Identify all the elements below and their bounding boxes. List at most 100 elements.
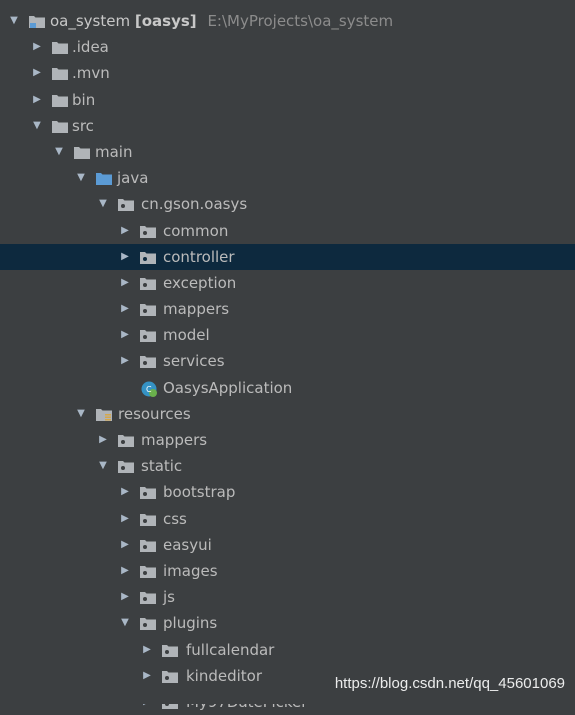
chevron-right-icon[interactable]: ▶ — [119, 270, 131, 296]
folder-icon — [52, 42, 68, 55]
tree-item[interactable]: ▼ static — [0, 453, 575, 479]
chevron-right-icon[interactable]: ▶ — [141, 637, 153, 663]
tree-item-label: resources — [118, 404, 191, 423]
chevron-down-icon[interactable]: ▼ — [8, 8, 20, 34]
tree-item-label: common — [163, 221, 229, 240]
chevron-right-icon[interactable]: ▶ — [119, 532, 131, 558]
package-icon — [140, 225, 156, 238]
tree-item-label: model — [163, 326, 210, 345]
tree-item-label: cn.gson.oasys — [141, 195, 248, 214]
tree-item-label: OasysApplication — [163, 378, 293, 397]
tree-root-row[interactable]: ▼ oa_system [oasys] E:\MyProjects\oa_sys… — [0, 8, 575, 34]
tree-item-label: js — [163, 588, 175, 607]
package-icon — [140, 277, 156, 290]
tree-item-label: .mvn — [72, 64, 110, 83]
chevron-right-icon[interactable]: ▶ — [31, 87, 43, 113]
chevron-down-icon[interactable]: ▼ — [75, 165, 87, 191]
tree-item[interactable]: ▼ src — [0, 113, 575, 139]
root-path: E:\MyProjects\oa_system — [207, 12, 394, 30]
tree-item[interactable]: ▶ .idea — [0, 34, 575, 60]
tree-item[interactable]: ▼ java — [0, 165, 575, 191]
chevron-down-icon[interactable]: ▼ — [97, 191, 109, 217]
package-icon — [140, 565, 156, 578]
package-icon — [140, 304, 156, 317]
package-icon — [140, 618, 156, 631]
tree-item[interactable]: ▶ common — [0, 218, 575, 244]
package-icon — [140, 592, 156, 605]
folder-icon — [74, 146, 90, 159]
package-icon — [140, 356, 156, 369]
chevron-right-icon[interactable]: ▶ — [31, 34, 43, 60]
tree-item[interactable]: ▶ bin — [0, 87, 575, 113]
spring-boot-class-icon: C — [141, 381, 157, 397]
tree-item[interactable]: ▶ images — [0, 558, 575, 584]
package-icon — [118, 461, 134, 474]
tree-item-label: images — [163, 561, 218, 580]
tree-item-label: .idea — [72, 38, 109, 57]
tree-item[interactable]: ▶ mappers — [0, 296, 575, 322]
package-icon — [162, 644, 178, 657]
chevron-right-icon[interactable]: ▶ — [119, 584, 131, 610]
tree-item-label: mappers — [163, 300, 230, 319]
tree-item-label: src — [72, 116, 94, 135]
package-icon — [162, 670, 178, 683]
chevron-down-icon[interactable]: ▼ — [53, 139, 65, 165]
tree-item-label: mappers — [141, 431, 208, 449]
folder-icon — [52, 120, 68, 133]
tree-item-label: java — [117, 169, 149, 188]
tree-item[interactable]: ▶ exception — [0, 270, 575, 296]
tree-item-label: plugins — [163, 614, 218, 633]
folder-icon — [52, 68, 68, 81]
folder-icon — [52, 94, 68, 107]
tree-item[interactable]: ▼ resources — [0, 401, 575, 427]
package-icon — [140, 251, 156, 264]
root-name: oa_system — [50, 12, 131, 30]
chevron-right-icon[interactable]: ▶ — [119, 296, 131, 322]
package-icon — [118, 199, 134, 212]
package-icon — [140, 513, 156, 526]
bottom-edge — [0, 692, 575, 704]
resources-folder-icon — [96, 408, 112, 421]
tree-item-label: main — [95, 142, 133, 161]
tree-item[interactable]: ▶ model — [0, 322, 575, 348]
chevron-right-icon[interactable]: ▶ — [141, 663, 153, 689]
tree-item-selected[interactable]: ▶ controller — [0, 243, 575, 270]
project-tree: ▼ oa_system [oasys] E:\MyProjects\oa_sys… — [0, 8, 575, 715]
chevron-down-icon[interactable]: ▼ — [97, 453, 109, 479]
tree-item[interactable]: ▶ easyui — [0, 532, 575, 558]
watermark-text: https://blog.csdn.net/qq_45601069 — [334, 675, 565, 692]
tree-item[interactable]: ▼ main — [0, 139, 575, 165]
tree-item-label: controller — [163, 247, 235, 266]
module-icon — [29, 16, 45, 28]
tree-item-label: static — [141, 457, 183, 476]
chevron-right-icon[interactable]: ▶ — [119, 506, 131, 532]
chevron-right-icon[interactable]: ▶ — [119, 348, 131, 374]
tree-item-label: services — [163, 352, 225, 371]
chevron-right-icon[interactable]: ▶ — [119, 558, 131, 584]
chevron-right-icon[interactable]: ▶ — [119, 218, 131, 244]
tree-item[interactable]: ▶ services — [0, 348, 575, 374]
chevron-right-icon[interactable]: ▶ — [31, 60, 43, 86]
chevron-right-icon[interactable]: ▶ — [119, 479, 131, 505]
tree-item[interactable]: ▼ plugins — [0, 610, 575, 636]
tree-item[interactable]: ▶ mappers — [0, 427, 575, 453]
chevron-down-icon[interactable]: ▼ — [119, 610, 131, 636]
tree-item-label: exception — [163, 273, 237, 292]
tree-item[interactable]: ▼ cn.gson.oasys — [0, 191, 575, 217]
source-folder-icon — [96, 173, 112, 186]
chevron-right-icon[interactable]: ▶ — [119, 322, 131, 348]
tree-item[interactable]: ▶ js — [0, 584, 575, 610]
package-icon — [118, 435, 134, 447]
tree-item[interactable]: ▶ bootstrap — [0, 479, 575, 505]
tree-item[interactable]: C OasysApplication — [0, 375, 575, 401]
package-icon — [140, 330, 156, 343]
chevron-right-icon[interactable]: ▶ — [97, 427, 109, 453]
chevron-down-icon[interactable]: ▼ — [31, 113, 43, 139]
chevron-right-icon[interactable]: ▶ — [119, 244, 131, 270]
package-icon — [140, 539, 156, 552]
tree-item[interactable]: ▶ css — [0, 506, 575, 532]
tree-item[interactable]: ▶ fullcalendar — [0, 637, 575, 663]
tree-item-label: bin — [72, 90, 96, 109]
tree-item[interactable]: ▶ .mvn — [0, 60, 575, 86]
chevron-down-icon[interactable]: ▼ — [75, 401, 87, 427]
